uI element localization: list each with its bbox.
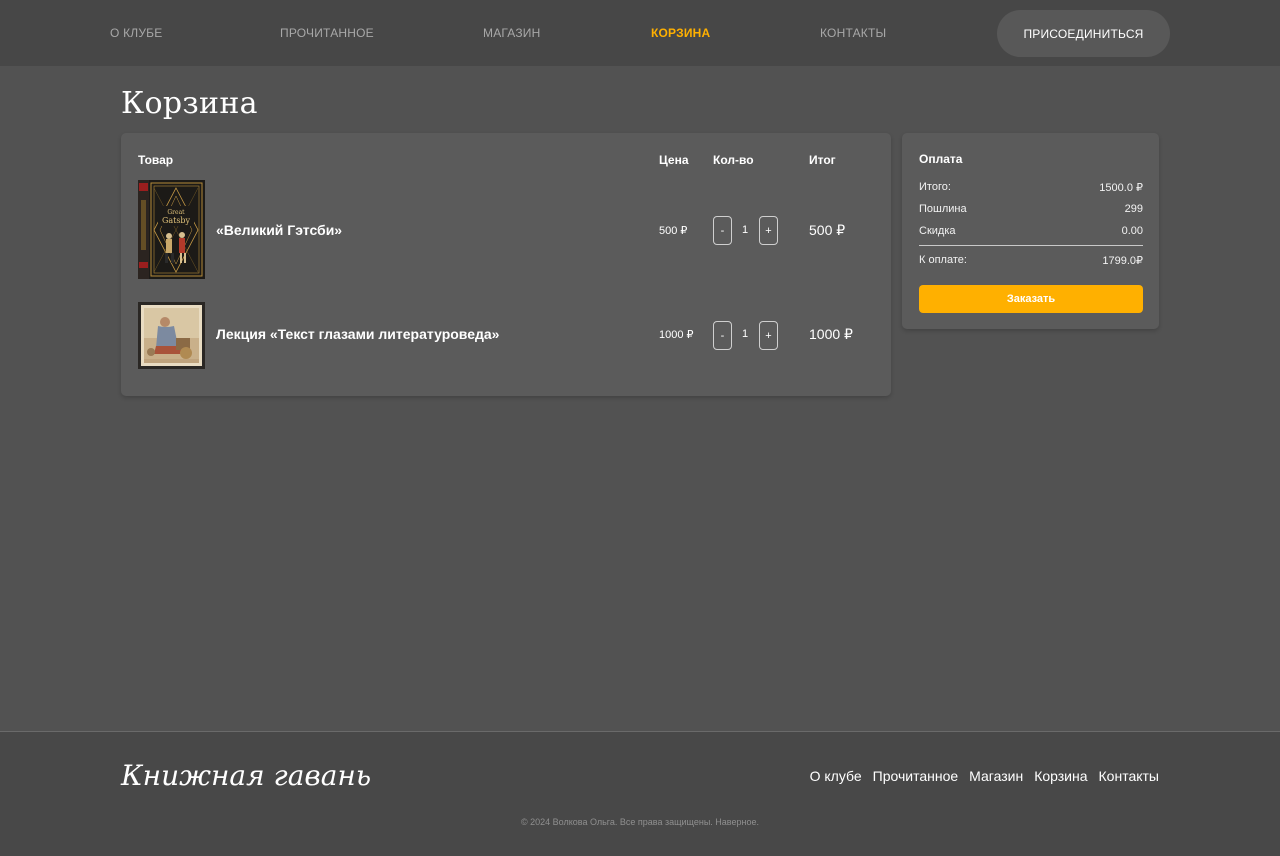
payment-panel: Оплата Итого: 1500.0 ₽ Пошлина 299 Скидк… [902, 133, 1159, 329]
nav-item-cart[interactable]: КОРЗИНА [651, 26, 710, 40]
decrease-quantity-button[interactable]: - [713, 216, 732, 245]
subtotal-label: Итого: [919, 181, 951, 193]
discount-label: Скидка [919, 225, 956, 237]
item-total: 500 ₽ [809, 222, 846, 238]
item-name[interactable]: Лекция «Текст глазами литературоведа» [216, 326, 499, 342]
lecture-image[interactable] [138, 302, 205, 369]
decrease-quantity-button[interactable]: - [713, 321, 732, 350]
duty-label: Пошлина [919, 203, 967, 215]
site-footer: Книжная гавань О клубе Прочитанное Магаз… [0, 731, 1280, 856]
footer-link-shop[interactable]: Магазин [969, 768, 1023, 784]
join-button[interactable]: ПРИСОЕДИНИТЬСЯ [997, 10, 1170, 57]
quantity-value: 1 [741, 224, 749, 236]
amount-due-line: К оплате: 1799.0₽ [919, 254, 1143, 267]
footer-link-contacts[interactable]: Контакты [1099, 768, 1159, 784]
column-header-price: Цена [659, 153, 689, 167]
payment-divider [919, 245, 1143, 246]
duty-line: Пошлина 299 [919, 203, 1143, 215]
footer-link-about[interactable]: О клубе [810, 768, 862, 784]
footer-link-read[interactable]: Прочитанное [873, 768, 959, 784]
item-price: 1000 ₽ [659, 329, 694, 341]
svg-text:Gatsby: Gatsby [162, 216, 191, 225]
increase-quantity-button[interactable]: + [759, 321, 778, 350]
order-button[interactable]: Заказать [919, 285, 1143, 313]
payment-title: Оплата [919, 152, 963, 166]
nav-item-shop[interactable]: МАГАЗИН [483, 26, 541, 40]
footer-logo[interactable]: Книжная гавань [121, 759, 371, 792]
page-title: Корзина [121, 86, 258, 121]
nav-item-read[interactable]: ПРОЧИТАННОЕ [280, 26, 374, 40]
item-total: 1000 ₽ [809, 326, 853, 342]
discount-line: Скидка 0.00 [919, 225, 1143, 237]
amount-due-label: К оплате: [919, 254, 967, 266]
book-cover-image[interactable]: Great Gatsby [138, 180, 205, 279]
amount-due-value: 1799.0₽ [1102, 255, 1143, 267]
site-header: О КЛУБЕ ПРОЧИТАННОЕ МАГАЗИН КОРЗИНА КОНТ… [0, 0, 1280, 66]
column-header-product: Товар [138, 153, 174, 167]
quantity-value: 1 [741, 328, 749, 340]
cart-panel: Товар Цена Кол-во Итог Great Gatsby «Вел… [121, 133, 891, 396]
footer-nav: О клубе Прочитанное Магазин Корзина Конт… [810, 768, 1159, 784]
increase-quantity-button[interactable]: + [759, 216, 778, 245]
subtotal-value: 1500.0 ₽ [1099, 182, 1143, 194]
painting-thumbnail-icon [138, 302, 205, 369]
footer-link-cart[interactable]: Корзина [1034, 768, 1087, 784]
cart-row: Great Gatsby «Великий Гэтсби» 500 ₽ - 1 … [121, 180, 891, 279]
gatsby-cover-icon: Great Gatsby [138, 180, 205, 279]
discount-value: 0.00 [1121, 225, 1143, 237]
nav-item-about[interactable]: О КЛУБЕ [110, 26, 162, 40]
item-name[interactable]: «Великий Гэтсби» [216, 222, 342, 238]
nav-item-contacts[interactable]: КОНТАКТЫ [820, 26, 886, 40]
svg-text:Great: Great [167, 209, 185, 216]
column-header-qty: Кол-во [713, 153, 754, 167]
column-header-total: Итог [809, 153, 836, 167]
cart-row: Лекция «Текст глазами литературоведа» 10… [121, 302, 891, 392]
subtotal-line: Итого: 1500.0 ₽ [919, 181, 1143, 194]
item-price: 500 ₽ [659, 225, 688, 237]
duty-value: 299 [1124, 203, 1143, 215]
copyright-text: © 2024 Волкова Ольга. Все права защищены… [521, 817, 759, 827]
